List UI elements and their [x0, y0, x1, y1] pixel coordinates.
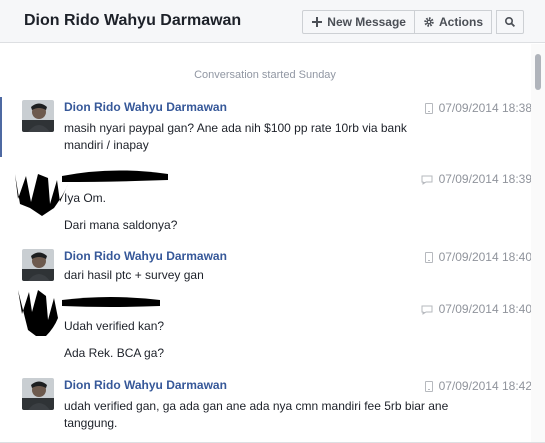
actions-button[interactable]: Actions	[413, 10, 492, 34]
message-pane[interactable]: Conversation started Sunday Dion Rido Wa…	[0, 44, 545, 443]
gear-icon	[423, 16, 435, 28]
timestamp-text: 07/09/2014 18:38	[438, 101, 532, 115]
timestamp-text: 07/09/2014 18:40	[438, 302, 532, 316]
scrollbar[interactable]	[531, 44, 545, 443]
mobile-phone-icon	[424, 102, 433, 114]
new-message-label: New Message	[327, 15, 406, 29]
mobile-phone-icon	[421, 304, 433, 315]
sender-name[interactable]: Dion Rido Wahyu Darmawan	[64, 378, 227, 392]
avatar-redacted	[18, 290, 160, 336]
message-timestamp: 07/09/2014 18:40	[424, 250, 532, 264]
message-text: tanggung.	[64, 416, 118, 430]
actions-label: Actions	[438, 15, 483, 29]
mobile-phone-icon	[421, 174, 433, 185]
message-text: Ada Rek. BCA ga?	[64, 346, 165, 360]
mobile-phone-icon	[424, 251, 433, 263]
sender-name[interactable]: Dion Rido Wahyu Darmawan	[64, 249, 227, 263]
conversation-start-label: Conversation started Sunday	[194, 69, 336, 81]
message-text: masih nyari paypal gan? Ane ada nih $100…	[64, 121, 407, 135]
timestamp-text: 07/09/2014 18:40	[438, 250, 532, 264]
mobile-phone-icon	[424, 380, 433, 392]
header-toolbar: New Message Actions	[302, 10, 524, 34]
unread-indicator	[0, 97, 2, 157]
message-text: Dari mana saldonya?	[64, 218, 178, 232]
avatar[interactable]	[22, 249, 54, 281]
message-text: Iya Om.	[64, 191, 107, 205]
search-icon	[504, 16, 516, 28]
search-button[interactable]	[496, 10, 524, 34]
avatar[interactable]	[22, 378, 54, 410]
message-timestamp: 07/09/2014 18:42	[424, 379, 532, 393]
avatar[interactable]	[22, 100, 54, 132]
message-timestamp: 07/09/2014 18:39	[421, 172, 532, 186]
conversation-title: Dion Rido Wahyu Darmawan	[24, 12, 242, 29]
message-text: dari hasil ptc + survey gan	[64, 268, 204, 282]
plus-icon	[311, 16, 323, 28]
message-text: mandiri / inapay	[64, 138, 149, 152]
scrollbar-thumb[interactable]	[535, 54, 541, 90]
message-timestamp: 07/09/2014 18:40	[421, 302, 532, 316]
timestamp-text: 07/09/2014 18:39	[438, 172, 532, 186]
conversation-header: Dion Rido Wahyu Darmawan New Message Act…	[0, 0, 545, 43]
timestamp-text: 07/09/2014 18:42	[438, 379, 532, 393]
message-text: udah verified gan, ga ada gan ane ada ny…	[64, 399, 449, 413]
message-timestamp: 07/09/2014 18:38	[424, 101, 532, 115]
message-text: Udah verified kan?	[64, 319, 165, 333]
sender-name[interactable]: Dion Rido Wahyu Darmawan	[64, 100, 227, 114]
new-message-button[interactable]: New Message	[302, 10, 415, 34]
